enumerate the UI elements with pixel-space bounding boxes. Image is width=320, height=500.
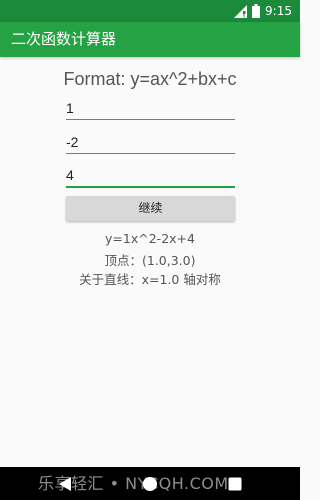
result-axis-of-symmetry: 关于直线：x=1.0 轴对称 [79,272,221,287]
coefficient-a-value: 1 [66,100,74,116]
svg-text:R: R [243,13,246,18]
coefficient-c-value: 4 [66,167,74,183]
app-title: 二次函数计算器 [11,30,117,48]
continue-button[interactable]: 继续 [66,196,235,221]
watermark: 乐享轻汇 • NYCQH.COM [38,474,229,493]
recent-apps-icon[interactable] [226,475,244,493]
coefficient-b-input[interactable]: -2 [66,131,235,154]
main-content: Format: y=ax^2+bx+c 1 -2 4 继续 y=1x^2-2x+… [0,57,300,467]
result-equation: y=1x^2-2x+4 [105,231,195,246]
coefficient-c-input[interactable]: 4 [66,164,235,188]
result-vertex: 顶点：(1.0,3.0) [104,253,196,268]
coefficient-a-input[interactable]: 1 [66,97,235,120]
status-time: 9:15 [265,4,292,18]
battery-icon [252,4,261,18]
app-bar: 二次函数计算器 [0,22,300,57]
status-bar: R 9:15 [0,0,300,22]
coefficient-b-value: -2 [66,134,79,150]
format-label: Format: y=ax^2+bx+c [63,69,237,89]
status-icons: R 9:15 [234,3,292,19]
signal-icon: R [234,4,248,18]
